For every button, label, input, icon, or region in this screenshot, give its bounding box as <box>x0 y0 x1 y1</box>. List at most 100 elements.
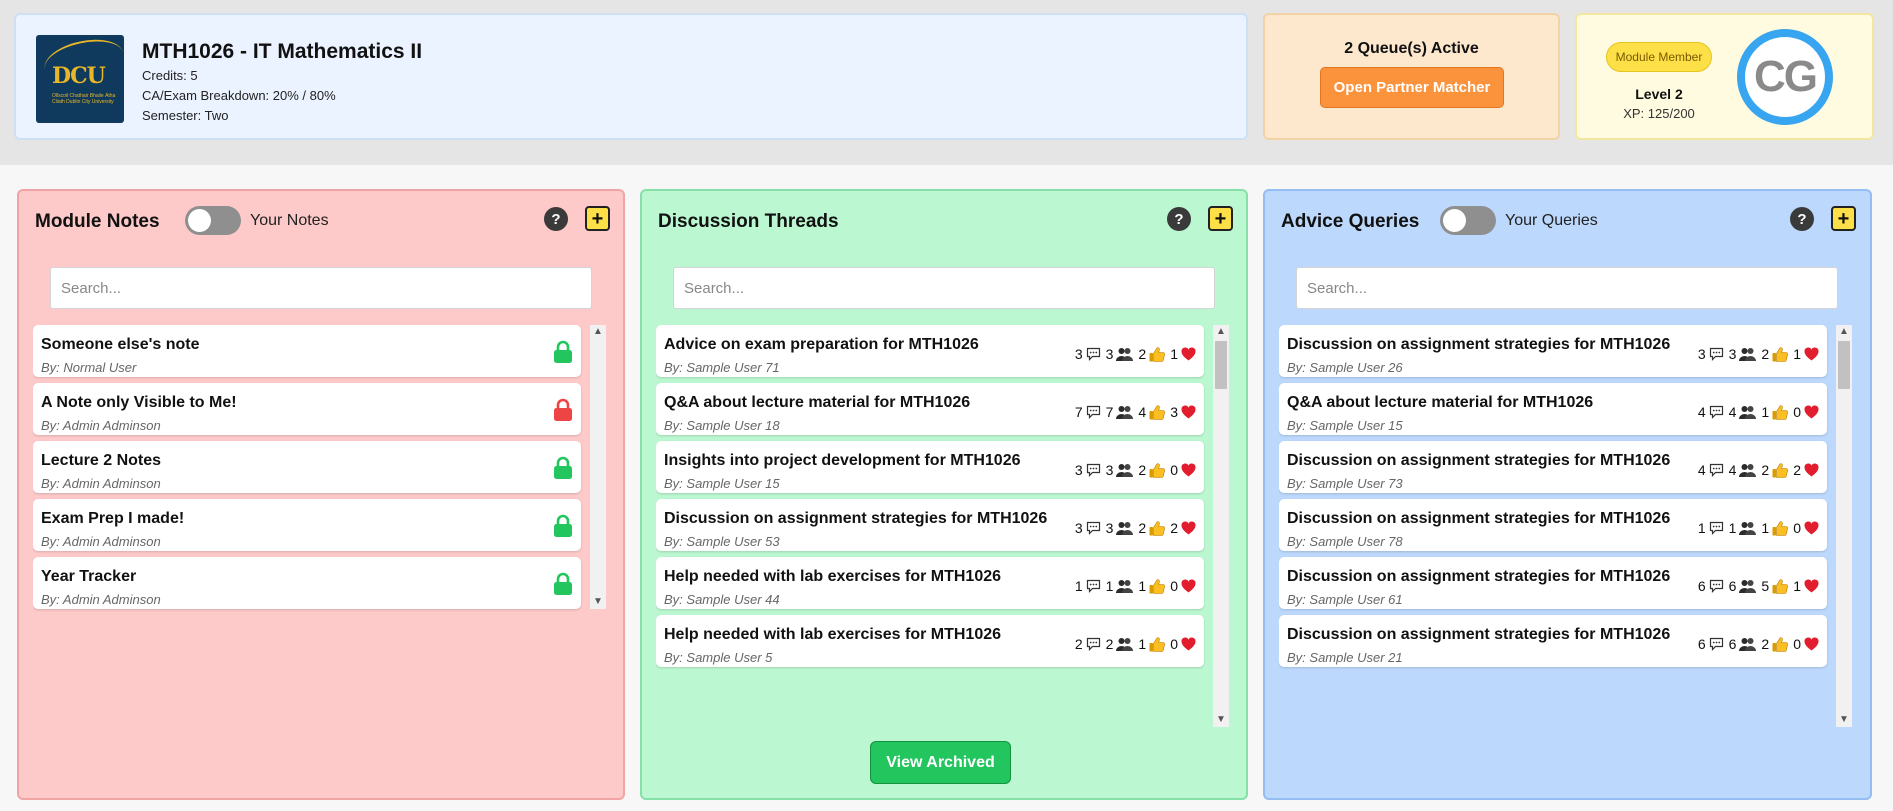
note-list-item[interactable]: Exam Prep I made! By: Admin Adminson <box>33 499 581 551</box>
thumbs-up-icon <box>1149 404 1166 420</box>
heart-icon <box>1181 347 1196 361</box>
heart-icon <box>1181 579 1196 593</box>
your-notes-toggle[interactable] <box>185 206 241 235</box>
view-archived-button[interactable]: View Archived <box>870 741 1011 784</box>
participant-count: 4 <box>1728 462 1737 478</box>
speech-bubble-icon <box>1086 579 1101 593</box>
green-lock-icon <box>553 456 573 485</box>
item-stats: 6 6 2 0 <box>1696 636 1819 652</box>
heart-count: 2 <box>1793 462 1801 478</box>
notes-list: Someone else's note By: Normal User A Note… <box>33 325 583 717</box>
help-icon[interactable]: ? <box>1167 207 1191 231</box>
thread-list-item[interactable]: Discussion on assignment strategies for … <box>1279 499 1827 551</box>
people-icon <box>1739 347 1757 361</box>
heart-icon <box>1804 521 1819 535</box>
item-title: Discussion on assignment strategies for … <box>1287 336 1671 353</box>
note-list-item[interactable]: Someone else's note By: Normal User <box>33 325 581 377</box>
help-icon[interactable]: ? <box>544 207 568 231</box>
thread-list-item[interactable]: Q&A about lecture material for MTH1026 By… <box>656 383 1204 435</box>
note-list-item[interactable]: A Note only Visible to Me! By: Admin Admi… <box>33 383 581 435</box>
module-breakdown: CA/Exam Breakdown: 20% / 80% <box>142 88 336 103</box>
thread-list-item[interactable]: Advice on exam preparation for MTH1026 By… <box>656 325 1204 377</box>
scroll-down-icon[interactable]: ▼ <box>590 595 606 609</box>
scroll-up-icon[interactable]: ▲ <box>1213 325 1229 339</box>
thumbs-up-icon <box>1149 520 1166 536</box>
module-semester: Semester: Two <box>142 108 229 123</box>
avatar[interactable]: CG <box>1737 29 1833 125</box>
thumbs-up-icon <box>1149 578 1166 594</box>
thumbs-up-icon <box>1772 578 1789 594</box>
queries-search-input[interactable] <box>1296 267 1838 309</box>
note-title: Year Tracker <box>41 568 137 585</box>
thread-list-item[interactable]: Discussion on assignment strategies for … <box>1279 557 1827 609</box>
your-queries-label: Your Queries <box>1505 212 1598 229</box>
note-author: By: Admin Adminson <box>41 534 161 549</box>
comment-count: 1 <box>1697 520 1706 536</box>
thread-list-item[interactable]: Discussion on assignment strategies for … <box>656 499 1204 551</box>
participant-count: 1 <box>1728 520 1737 536</box>
module-credits: Credits: 5 <box>142 68 198 83</box>
thread-list-item[interactable]: Discussion on assignment strategies for … <box>1279 441 1827 493</box>
your-queries-toggle[interactable] <box>1440 206 1496 235</box>
add-note-icon[interactable]: + <box>585 206 610 231</box>
notes-scrollbar[interactable]: ▲ ▼ <box>590 325 606 609</box>
add-query-icon[interactable]: + <box>1831 206 1856 231</box>
people-icon <box>1116 521 1134 535</box>
note-list-item[interactable]: Lecture 2 Notes By: Admin Adminson <box>33 441 581 493</box>
speech-bubble-icon <box>1086 347 1101 361</box>
scroll-down-icon[interactable]: ▼ <box>1836 713 1852 727</box>
speech-bubble-icon <box>1709 405 1724 419</box>
heart-icon <box>1804 405 1819 419</box>
item-stats: 3 3 2 0 <box>1073 462 1196 478</box>
scroll-thumb[interactable] <box>1215 341 1227 389</box>
thread-list-item[interactable]: Discussion on assignment strategies for … <box>1279 325 1827 377</box>
note-author: By: Admin Adminson <box>41 592 161 607</box>
note-author: By: Normal User <box>41 360 137 375</box>
queries-scrollbar[interactable]: ▲ ▼ <box>1836 325 1852 727</box>
threads-scrollbar[interactable]: ▲ ▼ <box>1213 325 1229 727</box>
people-icon <box>1739 463 1757 477</box>
queue-status: 2 Queue(s) Active <box>1344 40 1479 57</box>
heart-icon <box>1804 463 1819 477</box>
scroll-up-icon[interactable]: ▲ <box>1836 325 1852 339</box>
thumbs-up-icon <box>1772 520 1789 536</box>
scroll-down-icon[interactable]: ▼ <box>1213 713 1229 727</box>
thread-list-item[interactable]: Help needed with lab exercises for MTH10… <box>656 615 1204 667</box>
item-stats: 2 2 1 0 <box>1073 636 1196 652</box>
item-title: Discussion on assignment strategies for … <box>664 510 1048 527</box>
participant-count: 3 <box>1105 520 1114 536</box>
item-title: Advice on exam preparation for MTH1026 <box>664 336 979 353</box>
threads-search-input[interactable] <box>673 267 1215 309</box>
discussion-threads-panel: Discussion Threads ? + Advice on exam pr… <box>640 189 1248 800</box>
threads-list: Advice on exam preparation for MTH1026 By… <box>656 325 1206 717</box>
help-icon[interactable]: ? <box>1790 207 1814 231</box>
thread-list-item[interactable]: Q&A about lecture material for MTH1026 By… <box>1279 383 1827 435</box>
add-thread-icon[interactable]: + <box>1208 206 1233 231</box>
green-lock-icon <box>553 340 573 369</box>
item-author: By: Sample User 78 <box>1287 534 1403 549</box>
thread-list-item[interactable]: Discussion on assignment strategies for … <box>1279 615 1827 667</box>
notes-search-input[interactable] <box>50 267 592 309</box>
heart-count: 0 <box>1170 636 1178 652</box>
thumbs-up-icon <box>1772 462 1789 478</box>
item-author: By: Sample User 53 <box>664 534 780 549</box>
like-count: 2 <box>1761 462 1770 478</box>
thread-list-item[interactable]: Insights into project development for MT… <box>656 441 1204 493</box>
note-author: By: Admin Adminson <box>41 418 161 433</box>
scroll-thumb[interactable] <box>1838 341 1850 389</box>
item-title: Help needed with lab exercises for MTH10… <box>664 568 1002 585</box>
participant-count: 2 <box>1105 636 1114 652</box>
participant-count: 6 <box>1728 578 1737 594</box>
item-author: By: Sample User 18 <box>664 418 780 433</box>
people-icon <box>1739 637 1757 651</box>
scroll-up-icon[interactable]: ▲ <box>590 325 606 339</box>
speech-bubble-icon <box>1709 463 1724 477</box>
item-stats: 1 1 1 0 <box>1696 520 1819 536</box>
queries-list: Discussion on assignment strategies for … <box>1279 325 1829 717</box>
speech-bubble-icon <box>1709 521 1724 535</box>
open-partner-matcher-button[interactable]: Open Partner Matcher <box>1320 67 1504 108</box>
thread-list-item[interactable]: Help needed with lab exercises for MTH10… <box>656 557 1204 609</box>
thumbs-up-icon <box>1149 346 1166 362</box>
note-list-item[interactable]: Year Tracker By: Admin Adminson <box>33 557 581 609</box>
like-count: 1 <box>1138 578 1147 594</box>
